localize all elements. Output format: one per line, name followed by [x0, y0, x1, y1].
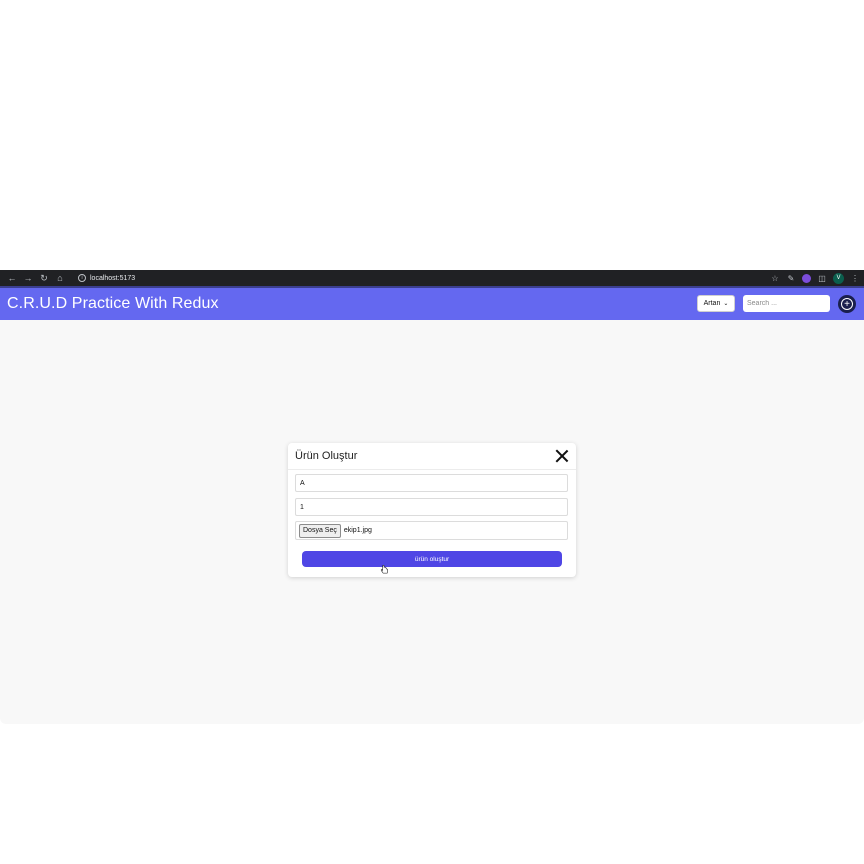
browser-actions: ☆ ✎ ◫ V ⋮	[770, 270, 860, 286]
close-icon[interactable]	[554, 448, 570, 464]
app-title: C.R.U.D Practice With Redux	[7, 295, 219, 312]
profile-avatar[interactable]: V	[833, 272, 844, 284]
plus-circle-icon: +	[841, 298, 853, 310]
address-bar-url: localhost:5173	[90, 274, 136, 282]
browser-toolbar: ← → ↻ ⌂ i localhost:5173 ☆ ✎ ◫ V ⋮	[0, 270, 864, 286]
browser-window: ← → ↻ ⌂ i localhost:5173 ☆ ✎ ◫ V ⋮ C.R.U…	[0, 270, 864, 724]
kebab-menu-icon[interactable]: ⋮	[850, 273, 860, 283]
extensions-puzzle-icon[interactable]: ◫	[817, 273, 827, 283]
hand-cursor-icon	[380, 565, 388, 574]
home-icon[interactable]: ⌂	[52, 270, 68, 286]
product-name-input[interactable]	[295, 474, 568, 492]
extension-icon[interactable]	[802, 273, 811, 283]
sort-select[interactable]: Artan ⌄	[697, 295, 735, 312]
search-input[interactable]	[743, 295, 830, 312]
sort-select-value: Artan	[703, 300, 721, 307]
create-product-button[interactable]: ürün oluştur	[302, 551, 562, 567]
forward-arrow-icon[interactable]: →	[20, 270, 36, 286]
bookmark-star-icon[interactable]: ☆	[770, 273, 780, 283]
modal-title: Ürün Oluştur	[295, 450, 358, 462]
reload-icon[interactable]: ↻	[36, 270, 52, 286]
app-header: C.R.U.D Practice With Redux Artan ⌄ +	[0, 288, 864, 320]
site-info-icon[interactable]: i	[78, 274, 86, 282]
eyedropper-icon[interactable]: ✎	[786, 273, 796, 283]
screen: ← → ↻ ⌂ i localhost:5173 ☆ ✎ ◫ V ⋮ C.R.U…	[0, 0, 864, 864]
choose-file-button[interactable]: Dosya Seç	[299, 523, 341, 538]
back-arrow-icon[interactable]: ←	[4, 270, 20, 286]
add-product-button[interactable]: +	[838, 295, 856, 313]
address-bar[interactable]: i localhost:5173	[74, 272, 139, 284]
selected-file-name: ekip1.jpg	[343, 527, 372, 534]
product-price-input[interactable]	[295, 498, 568, 516]
browser-nav: ← → ↻ ⌂	[4, 270, 68, 286]
create-product-modal: Ürün Oluştur Dosya Seç ekip1.jpg ürün ol…	[288, 443, 576, 577]
modal-divider	[288, 469, 576, 470]
file-input[interactable]: Dosya Seç ekip1.jpg	[295, 521, 568, 540]
chevron-down-icon: ⌄	[723, 301, 729, 307]
